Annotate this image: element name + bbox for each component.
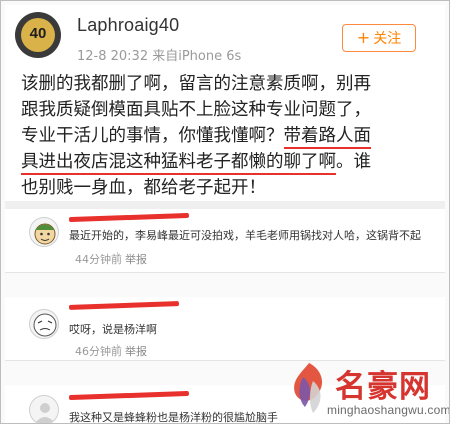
post-line-text: 专业干活儿的事情，你懂我懂啊？ <box>21 126 284 146</box>
plus-icon: + <box>356 28 371 47</box>
comment-item: 哎呀，说是杨洋啊 46分钟前 举报 <box>5 297 445 361</box>
follow-button[interactable]: + 关注 <box>342 24 416 52</box>
post-line-text: 。谁 <box>336 152 371 172</box>
comment-text: 我这种又是蜂蜂粉也是杨洋粉的很尴尬脑手 <box>69 411 278 424</box>
meta-separator <box>117 252 118 262</box>
redacted-username <box>68 212 190 223</box>
comment-item: 最近开始的，李易峰最近可没拍戏，羊毛老师用锅找对人哈，这锅背不起 44分钟前 举… <box>5 209 445 273</box>
comment-text: 最近开始的，李易峰最近可没拍戏，羊毛老师用锅找对人哈，这锅背不起 <box>69 229 421 242</box>
follow-label: 关注 <box>373 31 402 47</box>
report-link[interactable]: 举报 <box>125 251 147 267</box>
commenter-avatar[interactable] <box>29 309 59 339</box>
post-username[interactable]: Laphroaig40 <box>77 15 179 36</box>
redacted-username <box>68 390 190 401</box>
comment-time: 46分钟前 <box>75 345 122 358</box>
underlined-text: 具进出夜店混这种猛料老子都懒的聊了啊 <box>21 152 336 175</box>
post-line: 该删的我都删了啊，留言的注意素质啊，别再 <box>21 74 371 94</box>
section-divider <box>5 201 445 209</box>
underlined-text: 带着路人面 <box>283 126 371 149</box>
comment-text: 哎呀，说是杨洋啊 <box>69 323 157 336</box>
post-line: 也别贱一身血，都给老子起开！ <box>21 178 266 198</box>
comment-time: 44分钟前 <box>75 253 122 266</box>
commenter-avatar[interactable] <box>29 217 59 247</box>
watermark-url: minghaoshangwu.com <box>327 403 450 417</box>
watermark-title: 名豪网 <box>335 369 431 405</box>
post-line: 专业干活儿的事情，你懂我懂啊？带着路人面 <box>21 123 421 149</box>
weibo-post: 40 Laphroaig40 12-8 20:32 来自iPhone 6s + … <box>5 5 445 201</box>
post-line: 具进出夜店混这种猛料老子都懒的聊了啊。谁 <box>21 149 421 175</box>
avatar-text: 40 <box>29 25 47 42</box>
commenter-avatar[interactable] <box>29 395 59 423</box>
screenshot-frame: 40 Laphroaig40 12-8 20:32 来自iPhone 6s + … <box>0 0 450 424</box>
cartoon-avatar-icon <box>34 223 56 245</box>
default-avatar-icon <box>35 403 55 423</box>
user-avatar[interactable]: 40 <box>15 12 61 58</box>
post-meta: 12-8 20:32 来自iPhone 6s <box>77 49 242 64</box>
site-watermark: 名豪网 minghaoshangwu.com <box>283 359 450 423</box>
post-line: 跟我质疑倒模面具贴不上脸这种专业问题了， <box>21 100 371 120</box>
meta-separator <box>117 344 118 354</box>
report-link[interactable]: 举报 <box>125 343 147 359</box>
post-body: 该删的我都删了啊，留言的注意素质啊，别再 跟我质疑倒模面具贴不上脸这种专业问题了… <box>21 71 421 201</box>
cartoon-avatar-icon <box>33 313 57 337</box>
redacted-username <box>68 301 180 310</box>
